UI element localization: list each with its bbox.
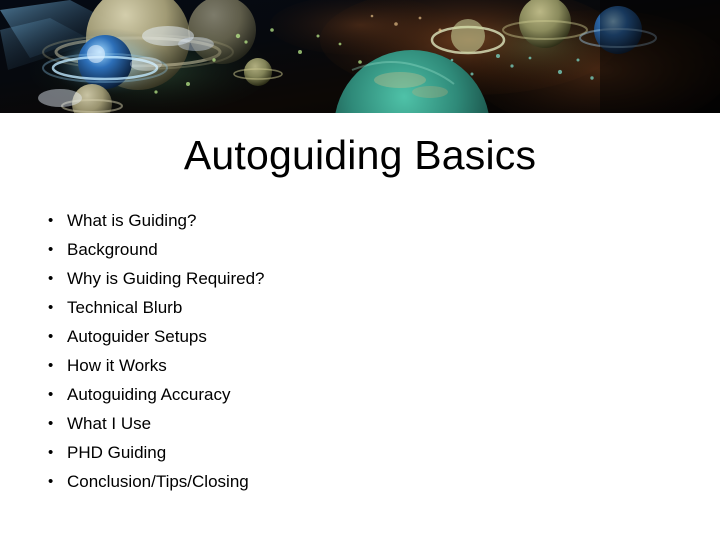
list-item-label: Autoguider Setups [67, 327, 207, 346]
list-item: • Background [44, 235, 684, 264]
list-item: • What is Guiding? [44, 206, 684, 235]
list-item-label: Autoguiding Accuracy [67, 385, 231, 404]
list-item: • Autoguiding Accuracy [44, 380, 684, 409]
list-item: • How it Works [44, 351, 684, 380]
list-item-label: Technical Blurb [67, 298, 183, 317]
list-item-label: What I Use [67, 414, 152, 433]
list-item: • Why is Guiding Required? [44, 264, 684, 293]
bullet-icon: • [48, 270, 54, 287]
list-item-label: What is Guiding? [67, 211, 197, 230]
bullet-icon: • [48, 386, 54, 403]
bullet-icon: • [48, 473, 54, 490]
list-item-label: Why is Guiding Required? [67, 269, 265, 288]
list-item: • PHD Guiding [44, 438, 684, 467]
list-item: • Technical Blurb [44, 293, 684, 322]
bullet-icon: • [48, 415, 54, 432]
list-item-label: Conclusion/Tips/Closing [67, 472, 249, 491]
list-item: • Autoguider Setups [44, 322, 684, 351]
list-item: • Conclusion/Tips/Closing [44, 467, 684, 496]
list-item-label: PHD Guiding [67, 443, 167, 462]
list-item-label: How it Works [67, 356, 167, 375]
bullet-icon: • [48, 241, 54, 258]
space-planets-banner [0, 0, 720, 113]
presentation-slide: Autoguiding Basics • What is Guiding? • … [0, 0, 720, 540]
bullet-icon: • [48, 299, 54, 316]
slide-title: Autoguiding Basics [183, 132, 537, 178]
bullet-icon: • [48, 357, 54, 374]
list-item-label: Background [67, 240, 158, 259]
bullet-icon: • [48, 444, 54, 461]
bullet-icon: • [48, 212, 54, 229]
bullet-icon: • [48, 328, 54, 345]
list-item: • What I Use [44, 409, 684, 438]
agenda-bullet-list: • What is Guiding? • Background • Why is… [44, 206, 684, 496]
